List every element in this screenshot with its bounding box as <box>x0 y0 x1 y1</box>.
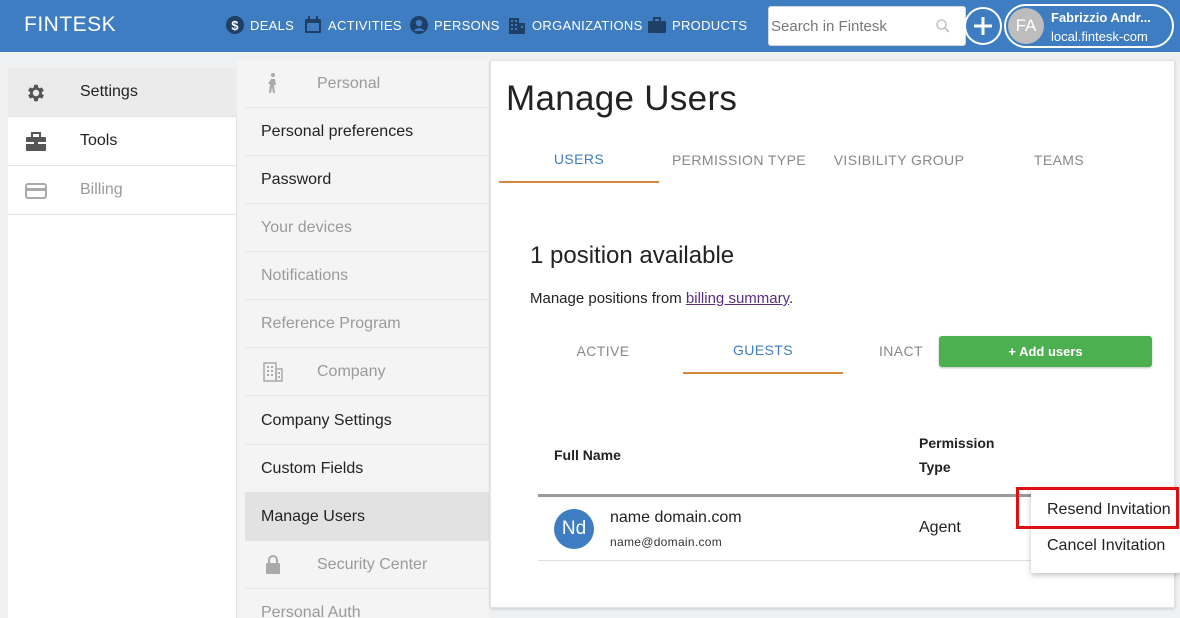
user-email: name@domain.com <box>610 535 723 549</box>
search-input[interactable] <box>771 7 931 45</box>
top-bar: FINTESK $ DEALS ACTIVITIES PERSONS ORGAN… <box>0 0 1180 52</box>
positions-note: Manage positions from billing summary. <box>530 290 794 307</box>
add-users-button[interactable]: + Add users <box>939 336 1152 367</box>
sidebar-item-billing[interactable]: Billing <box>8 166 237 215</box>
building-icon <box>509 18 525 34</box>
nav-deals[interactable]: $ DEALS <box>225 14 294 36</box>
nav-products-label: PRODUCTS <box>672 17 748 33</box>
nav-organizations[interactable]: ORGANIZATIONS <box>507 14 643 36</box>
profile-menu[interactable]: FA Fabrizzio Andr... local.fintesk-com <box>1004 4 1174 48</box>
add-new-button[interactable] <box>964 7 1002 45</box>
submenu-your-devices[interactable]: Your devices <box>245 204 489 252</box>
search-icon[interactable] <box>935 18 951 34</box>
resend-invitation-item[interactable]: Resend Invitation <box>1047 501 1171 519</box>
nav-products[interactable]: PRODUCTS <box>647 14 747 36</box>
invitation-context-menu: Resend Invitation Cancel Invitation <box>1031 487 1180 573</box>
nav-activities-label: ACTIVITIES <box>328 17 402 33</box>
tab-users[interactable]: USERS <box>499 136 659 183</box>
tab-visibility-group[interactable]: VISIBILITY GROUP <box>819 136 979 183</box>
settings-submenu: Personal Personal preferences Password Y… <box>237 60 489 618</box>
briefcase-icon <box>648 17 666 33</box>
avatar: FA <box>1008 8 1044 44</box>
submenu-manage-users[interactable]: Manage Users <box>245 493 489 541</box>
nav-persons-label: PERSONS <box>434 17 500 33</box>
cancel-invitation-item[interactable]: Cancel Invitation <box>1047 537 1165 555</box>
person-icon <box>410 16 428 34</box>
user-name: name domain.com <box>610 509 742 526</box>
tab-teams[interactable]: TEAMS <box>979 136 1139 183</box>
tab-permission-type[interactable]: PERMISSION TYPE <box>659 136 819 183</box>
credit-card-icon <box>24 179 48 203</box>
column-header-full-name[interactable]: Full Name <box>554 443 621 467</box>
sidebar-item-tools[interactable]: Tools <box>8 117 237 166</box>
lock-icon <box>266 555 280 574</box>
subtab-guests[interactable]: GUESTS <box>683 327 843 374</box>
nav-activities[interactable]: ACTIVITIES <box>303 14 402 36</box>
submenu-header-personal: Personal <box>245 60 489 108</box>
sidebar-item-label: Billing <box>80 181 123 198</box>
nav-organizations-label: ORGANIZATIONS <box>532 17 643 33</box>
person-walking-icon <box>268 73 276 93</box>
toolbox-icon <box>24 130 48 154</box>
svg-text:$: $ <box>231 18 239 33</box>
submenu-personal-auth[interactable]: Personal Auth <box>245 589 489 618</box>
brand-logo[interactable]: FINTESK <box>24 13 116 37</box>
user-permission-type: Agent <box>919 519 961 536</box>
avatar: Nd <box>554 509 594 549</box>
submenu-reference-program[interactable]: Reference Program <box>245 300 489 348</box>
submenu-custom-fields[interactable]: Custom Fields <box>245 445 489 493</box>
gear-icon <box>24 81 48 105</box>
submenu-password[interactable]: Password <box>245 156 489 204</box>
sidebar-item-settings[interactable]: Settings <box>8 68 237 117</box>
positions-available: 1 position available <box>530 242 735 269</box>
plus-icon <box>974 17 992 35</box>
profile-domain: local.fintesk-com <box>1051 29 1148 44</box>
subtab-active[interactable]: ACTIVE <box>523 327 683 374</box>
billing-summary-link[interactable]: billing summary <box>686 290 789 307</box>
nav-persons[interactable]: PERSONS <box>409 14 500 36</box>
submenu-personal-preferences[interactable]: Personal preferences <box>245 108 489 156</box>
building-icon <box>263 362 283 382</box>
sidebar-item-label: Tools <box>80 132 118 149</box>
subtab-inactive[interactable]: INACT <box>871 327 931 374</box>
submenu-header-company: Company <box>245 348 489 396</box>
submenu-header-security: Security Center <box>245 541 489 589</box>
nav-deals-label: DEALS <box>250 17 295 33</box>
profile-name: Fabrizzio Andr... <box>1051 10 1151 25</box>
dollar-icon: $ <box>226 16 244 34</box>
column-header-permission-type[interactable]: Permission Type <box>919 431 994 479</box>
sidebar-item-label: Settings <box>80 83 138 100</box>
settings-sidebar: Settings Tools Billing <box>8 68 237 618</box>
submenu-notifications[interactable]: Notifications <box>245 252 489 300</box>
calendar-icon <box>305 16 321 33</box>
search-box[interactable] <box>768 6 966 46</box>
page-title: Manage Users <box>506 79 738 118</box>
submenu-company-settings[interactable]: Company Settings <box>245 397 489 445</box>
